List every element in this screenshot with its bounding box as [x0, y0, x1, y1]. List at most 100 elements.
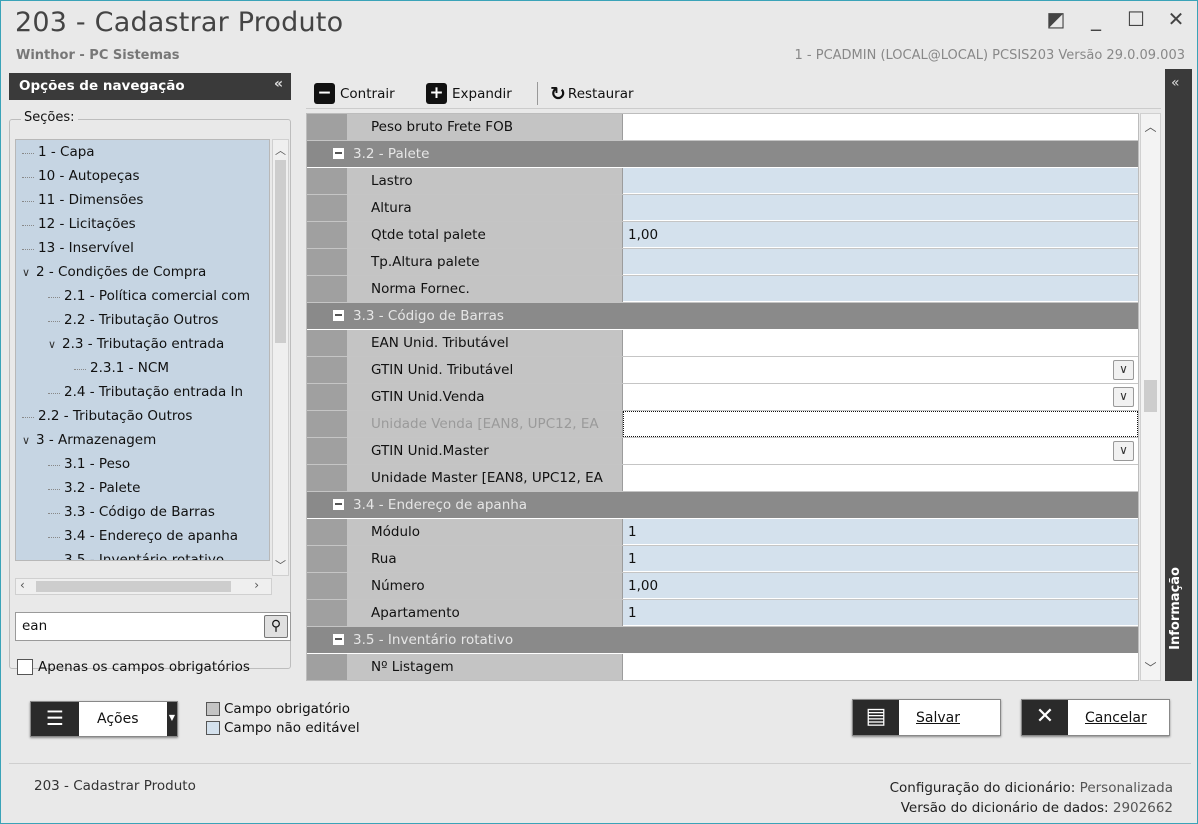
tree-item[interactable]: 3.1 - Peso	[16, 452, 269, 476]
field-value[interactable]: ∨	[623, 384, 1138, 410]
field-value[interactable]	[623, 411, 1138, 437]
tree-item[interactable]: 2.4 - Tributação entrada In	[16, 380, 269, 404]
field-value: 1	[623, 600, 1138, 626]
scroll-right-icon[interactable]: ›	[254, 578, 259, 592]
tree-item[interactable]: 13 - Inservível	[16, 236, 269, 260]
information-side-tab[interactable]: « Informação	[1165, 69, 1192, 681]
grid-category-label: 3.5 - Inventário rotativo	[353, 632, 514, 648]
field-label: Peso bruto Frete FOB	[347, 114, 623, 140]
hscroll-thumb[interactable]	[36, 581, 231, 592]
title-bar: 203 - Cadastrar Produto Winthor - PC Sis…	[1, 1, 1197, 69]
grid-category[interactable]: 3.3 - Código de Barras	[307, 303, 1138, 329]
required-only-option[interactable]: Apenas os campos obrigatórios	[17, 659, 250, 675]
field-value[interactable]	[623, 654, 1138, 680]
grid-category[interactable]: 3.2 - Palete	[307, 141, 1138, 167]
field-value[interactable]	[623, 114, 1138, 140]
tree-connector	[22, 165, 38, 189]
tree-item-label: 3.3 - Código de Barras	[64, 504, 215, 520]
collapse-category-icon[interactable]	[333, 634, 344, 645]
grid-category[interactable]: 3.4 - Endereço de apanha	[307, 492, 1138, 518]
search-button[interactable]: ⚲	[264, 615, 288, 638]
grid-row: GTIN Unid.Master ∨	[307, 438, 1138, 465]
scroll-up-icon[interactable]: ︿	[273, 142, 288, 158]
chevron-down-icon[interactable]: ∨	[22, 261, 36, 285]
tree-item[interactable]: 12 - Licitações	[16, 212, 269, 236]
tree-item[interactable]: 1 - Capa	[16, 140, 269, 164]
tree-item-label: 2.3.1 - NCM	[90, 360, 169, 376]
grid-row: Nº Listagem	[307, 654, 1138, 680]
required-only-checkbox[interactable]	[17, 659, 33, 675]
scroll-left-icon[interactable]: ‹	[20, 578, 25, 592]
restore-button[interactable]: ↻ Restaurar	[550, 83, 634, 105]
tree-connector	[48, 549, 64, 560]
chevron-down-icon[interactable]: ∨	[22, 429, 36, 453]
restore-icon[interactable]: ◩	[1045, 7, 1067, 31]
collapse-category-icon[interactable]	[333, 499, 344, 510]
window-controls: ◩ _ ☐ ✕	[1045, 7, 1187, 31]
field-value[interactable]	[623, 465, 1138, 491]
tree-item[interactable]: 3.5 - Inventário rotativo	[16, 548, 269, 560]
sections-tree[interactable]: 1 - Capa 10 - Autopeças 11 - Dimensões 12 -…	[15, 139, 270, 561]
minimize-icon[interactable]: _	[1085, 7, 1107, 31]
chevron-down-icon[interactable]: ∨	[1113, 360, 1134, 380]
actions-menu-icon: ☰	[31, 702, 79, 736]
tree-item[interactable]: 3.2 - Palete	[16, 476, 269, 500]
collapse-button[interactable]: − Contrair	[314, 83, 395, 104]
grid-vertical-scrollbar[interactable]: ︿ ﹀	[1140, 113, 1161, 681]
field-value-text: 1	[628, 605, 637, 621]
legend-required: Campo obrigatório	[206, 699, 360, 718]
collapse-category-icon[interactable]	[333, 310, 344, 321]
field-value[interactable]	[623, 330, 1138, 356]
required-only-label: Apenas os campos obrigatórios	[38, 659, 250, 675]
tree-item[interactable]: ∨ 3 - Armazenagem	[16, 428, 269, 452]
collapse-left-icon[interactable]: «	[274, 76, 283, 92]
field-label: Módulo	[347, 519, 623, 545]
scroll-down-icon[interactable]: ﹀	[273, 557, 288, 573]
tree-item-label: 2.2 - Tributação Outros	[38, 408, 193, 424]
legend-required-swatch	[206, 701, 220, 716]
restore-label: Restaurar	[567, 86, 634, 102]
scroll-up-icon[interactable]: ︿	[1141, 118, 1160, 135]
tree-item[interactable]: 2.2 - Tributação Outros	[16, 308, 269, 332]
tree-item[interactable]: 11 - Dimensões	[16, 188, 269, 212]
dropdown-arrow-icon[interactable]: ▼	[167, 702, 177, 736]
chevron-down-icon[interactable]: ∨	[1113, 441, 1134, 461]
scroll-down-icon[interactable]: ﹀	[1141, 659, 1160, 676]
tree-vertical-scrollbar[interactable]: ︿ ﹀	[272, 139, 289, 576]
navigation-header-label: Opções de navegação	[19, 78, 185, 94]
row-gutter	[307, 276, 347, 302]
scroll-thumb[interactable]	[275, 160, 286, 343]
grid-category[interactable]: 3.5 - Inventário rotativo	[307, 627, 1138, 653]
collapse-right-icon[interactable]: «	[1171, 75, 1180, 91]
search-input[interactable]: ean ⚲	[15, 612, 291, 641]
save-button[interactable]: ▤ Salvar	[852, 699, 1001, 736]
grid-row: Unidade Master [EAN8, UPC12, EA	[307, 465, 1138, 492]
field-label: Altura	[347, 195, 623, 221]
tree-item[interactable]: 2.2 - Tributação Outros	[16, 404, 269, 428]
field-value[interactable]: ∨	[623, 357, 1138, 383]
chevron-down-icon[interactable]: ∨	[1113, 387, 1134, 407]
cancel-button[interactable]: ✕ Cancelar	[1021, 699, 1170, 736]
row-gutter	[307, 573, 347, 599]
tree-item[interactable]: ∨ 2 - Condições de Compra	[16, 260, 269, 284]
tree-item[interactable]: 2.3.1 - NCM	[16, 356, 269, 380]
field-label: GTIN Unid.Master	[347, 438, 623, 464]
maximize-icon[interactable]: ☐	[1125, 7, 1147, 31]
close-icon[interactable]: ✕	[1165, 7, 1187, 31]
tree-horizontal-scrollbar[interactable]: ‹ ›	[15, 578, 272, 595]
tree-item[interactable]: ∨ 2.3 - Tributação entrada	[16, 332, 269, 356]
chevron-down-icon[interactable]: ∨	[48, 333, 62, 357]
grid-scroll-thumb[interactable]	[1144, 380, 1157, 412]
tree-item[interactable]: 10 - Autopeças	[16, 164, 269, 188]
collapse-category-icon[interactable]	[333, 148, 344, 159]
tree-item[interactable]: 3.3 - Código de Barras	[16, 500, 269, 524]
field-value[interactable]: ∨	[623, 438, 1138, 464]
tree-item[interactable]: 3.4 - Endereço de apanha	[16, 524, 269, 548]
tree-item[interactable]: 2.1 - Política comercial com	[16, 284, 269, 308]
cancel-icon: ✕	[1022, 700, 1068, 735]
tree-connector	[22, 405, 38, 429]
actions-button[interactable]: ☰ Ações ▼	[30, 701, 178, 737]
system-info: 1 - PCADMIN (LOCAL@LOCAL) PCSIS203 Versã…	[794, 48, 1186, 63]
expand-button[interactable]: + Expandir	[426, 83, 512, 104]
field-label: Qtde total palete	[347, 222, 623, 248]
